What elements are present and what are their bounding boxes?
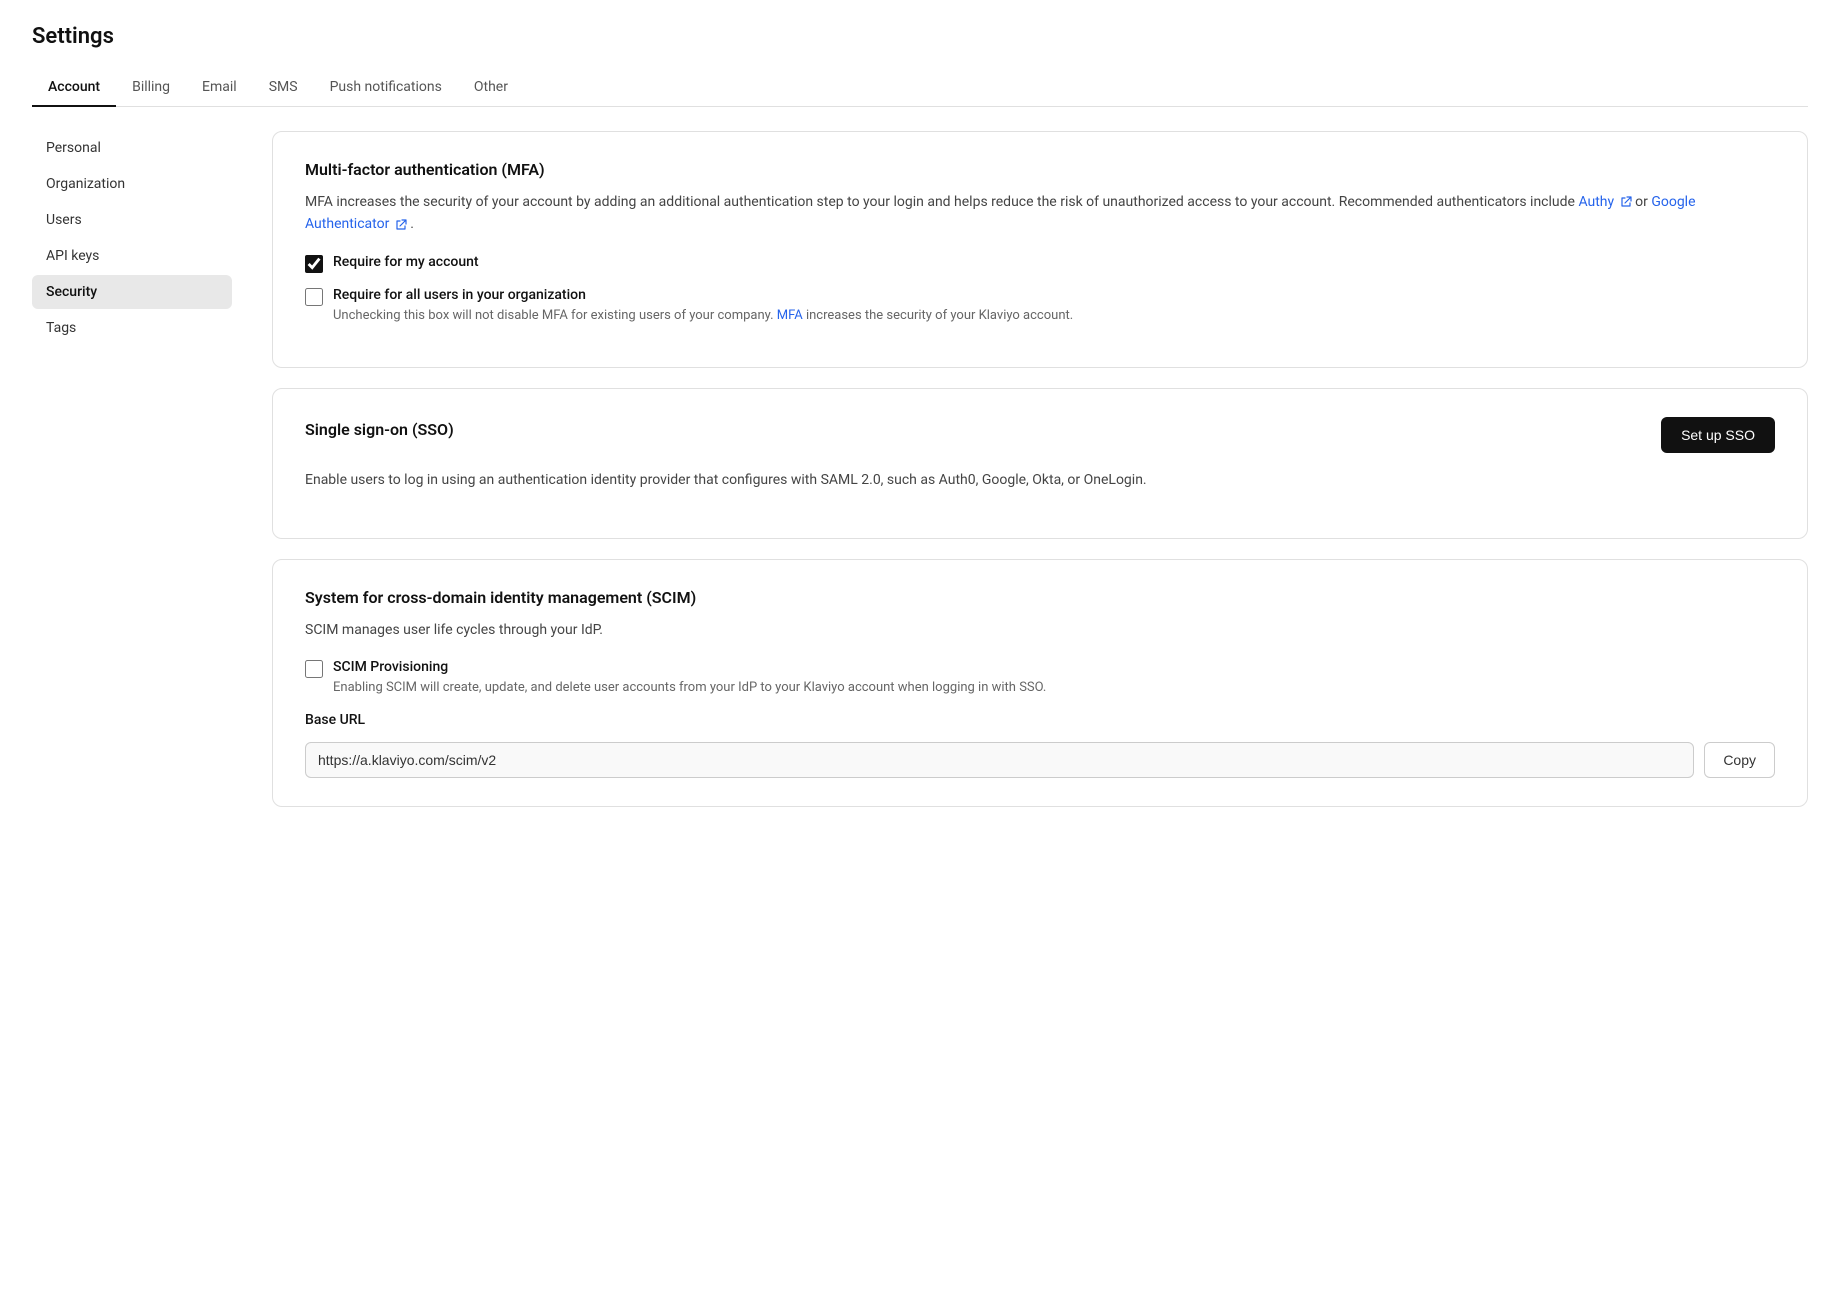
main-layout: Personal Organization Users API keys Sec…: [0, 107, 1840, 831]
require-all-users-sublabel: Unchecking this box will not disable MFA…: [333, 306, 1073, 326]
mfa-or-text: or: [1635, 194, 1651, 210]
external-link-icon-2: [395, 219, 407, 231]
authy-link[interactable]: Authy: [1578, 194, 1635, 210]
tab-push-notifications[interactable]: Push notifications: [314, 69, 458, 107]
base-url-label: Base URL: [305, 712, 1775, 728]
sidebar-item-personal[interactable]: Personal: [32, 131, 232, 165]
scim-provisioning-sublabel: Enabling SCIM will create, update, and d…: [333, 678, 1046, 698]
scim-description: SCIM manages user life cycles through yo…: [305, 619, 1775, 641]
require-my-account-label: Require for my account: [333, 254, 479, 270]
top-nav: Account Billing Email SMS Push notificat…: [32, 69, 1808, 107]
tab-billing[interactable]: Billing: [116, 69, 186, 107]
sidebar-item-users[interactable]: Users: [32, 203, 232, 237]
scim-provisioning-checkbox[interactable]: [305, 660, 323, 678]
tab-account[interactable]: Account: [32, 69, 116, 107]
content-area: Multi-factor authentication (MFA) MFA in…: [272, 131, 1808, 807]
sidebar: Personal Organization Users API keys Sec…: [32, 131, 232, 807]
mfa-description-text: MFA increases the security of your accou…: [305, 194, 1575, 210]
scim-provisioning-label: SCIM Provisioning: [333, 659, 1046, 675]
mfa-inline-link[interactable]: MFA: [777, 308, 803, 323]
require-my-account-checkbox[interactable]: [305, 255, 323, 273]
copy-button[interactable]: Copy: [1704, 742, 1775, 778]
page-title: Settings: [32, 24, 1808, 49]
setup-sso-button[interactable]: Set up SSO: [1661, 417, 1775, 453]
require-my-account-row: Require for my account: [305, 254, 1775, 273]
tab-sms[interactable]: SMS: [253, 69, 314, 107]
mfa-description-end: .: [410, 216, 414, 232]
mfa-card: Multi-factor authentication (MFA) MFA in…: [272, 131, 1808, 368]
external-link-icon: [1620, 196, 1632, 208]
require-all-users-checkbox[interactable]: [305, 288, 323, 306]
sidebar-item-security[interactable]: Security: [32, 275, 232, 309]
tab-email[interactable]: Email: [186, 69, 253, 107]
mfa-title: Multi-factor authentication (MFA): [305, 160, 1775, 179]
scim-title: System for cross-domain identity managem…: [305, 588, 1775, 607]
mfa-description: MFA increases the security of your accou…: [305, 191, 1775, 236]
require-all-users-label: Require for all users in your organizati…: [333, 287, 1073, 303]
sso-description: Enable users to log in using an authenti…: [305, 469, 1775, 491]
base-url-row: Copy: [305, 742, 1775, 778]
scim-provisioning-row: SCIM Provisioning Enabling SCIM will cre…: [305, 659, 1775, 698]
base-url-section: Base URL Copy: [305, 712, 1775, 778]
sidebar-item-api-keys[interactable]: API keys: [32, 239, 232, 273]
base-url-input[interactable]: [305, 742, 1694, 778]
sso-title: Single sign-on (SSO): [305, 420, 454, 439]
sidebar-item-tags[interactable]: Tags: [32, 311, 232, 345]
sidebar-item-organization[interactable]: Organization: [32, 167, 232, 201]
page-header: Settings Account Billing Email SMS Push …: [0, 0, 1840, 107]
require-all-users-row: Require for all users in your organizati…: [305, 287, 1775, 326]
sso-card-header: Single sign-on (SSO) Set up SSO: [305, 417, 1775, 453]
scim-card: System for cross-domain identity managem…: [272, 559, 1808, 807]
tab-other[interactable]: Other: [458, 69, 524, 107]
sso-card: Single sign-on (SSO) Set up SSO Enable u…: [272, 388, 1808, 538]
